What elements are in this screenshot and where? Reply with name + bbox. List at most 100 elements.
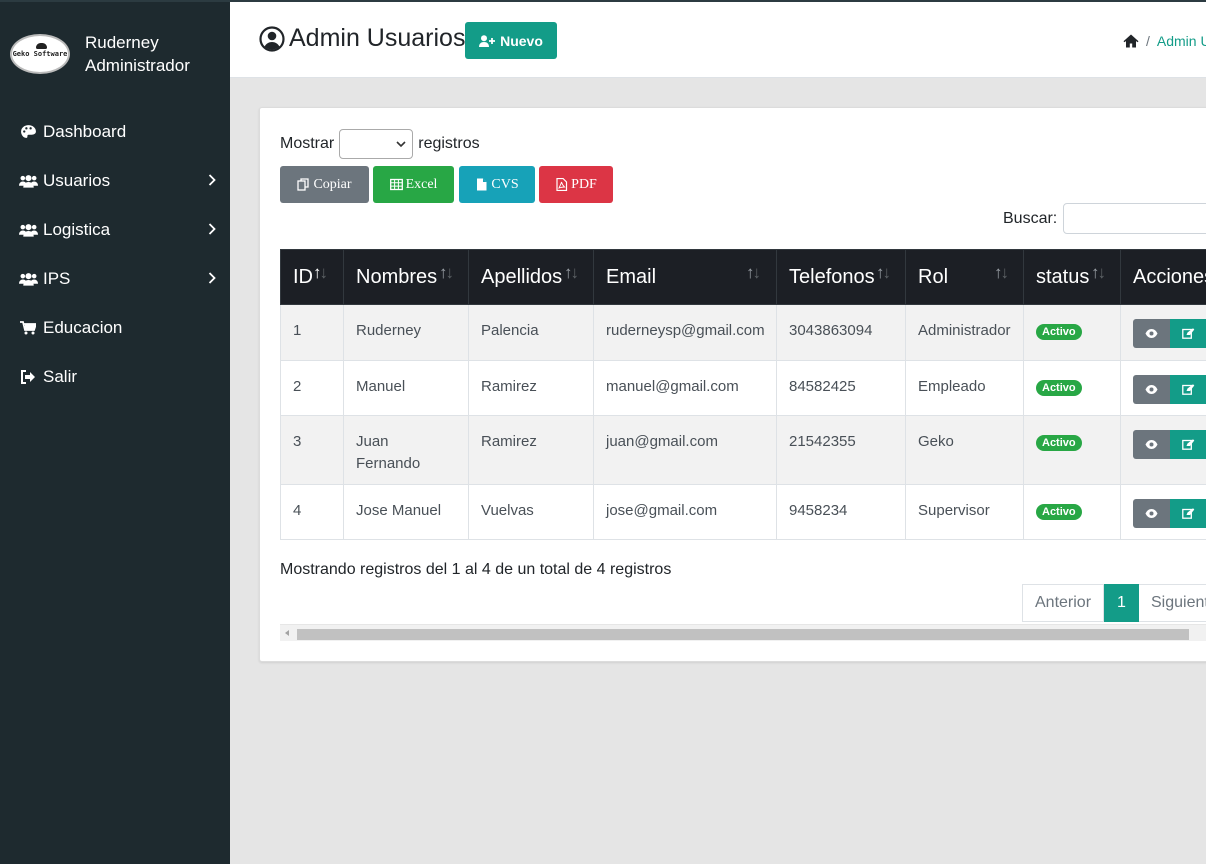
sidebar-item-label: Usuarios: [43, 170, 111, 190]
previous-page-button[interactable]: Anterior: [1022, 584, 1104, 622]
column-header-acciones: Acciones: [1120, 249, 1206, 305]
sort-icon: ↑↓: [564, 263, 579, 282]
table-header-row: ID ↑↓ Nombres ↑↓ Apellidos ↑↓ Email ↑↓ Telef…: [280, 249, 1206, 305]
sidebar-item-educacion[interactable]: Educacion: [0, 303, 230, 352]
edit-icon: [1182, 508, 1195, 519]
view-button[interactable]: [1133, 319, 1170, 348]
cell-rol: Geko: [905, 415, 1024, 485]
cell-email: ruderneysp@gmail.com: [593, 304, 777, 361]
cell-id: 4: [280, 484, 344, 540]
cell-id: 1: [280, 304, 344, 361]
sort-icon: ↑↓: [313, 263, 328, 282]
table-row: 1 Ruderney Palencia ruderneysp@gmail.com…: [280, 304, 1206, 361]
file-pdf-icon: [556, 178, 568, 191]
new-user-button-label: Nuevo: [500, 32, 543, 49]
row-actions: [1133, 499, 1206, 528]
edit-button[interactable]: [1170, 319, 1206, 348]
cell-apellidos: Ramirez: [468, 360, 594, 416]
cell-nombres: Manuel: [343, 360, 469, 416]
cell-status: Activo: [1023, 415, 1121, 485]
page-length-select[interactable]: [339, 129, 414, 159]
user-circle-icon: [259, 25, 285, 52]
table-row: 4 Jose Manuel Vuelvas jose@gmail.com 945…: [280, 484, 1206, 540]
table-row: 2 Manuel Ramirez manuel@gmail.com 845824…: [280, 360, 1206, 416]
horizontal-scrollbar[interactable]: [280, 624, 1206, 641]
scrollbar-thumb[interactable]: [297, 629, 1189, 640]
show-label: Mostrar: [280, 135, 335, 152]
sidebar-item-label: Logistica: [43, 219, 111, 239]
column-header-id[interactable]: ID ↑↓: [280, 249, 344, 305]
eye-icon: [1145, 329, 1158, 338]
edit-button[interactable]: [1170, 375, 1206, 404]
next-page-button[interactable]: Siguiente: [1139, 584, 1206, 622]
table-info: Mostrando registros del 1 al 4 de un tot…: [280, 561, 672, 578]
view-button[interactable]: [1133, 430, 1170, 459]
home-icon[interactable]: [1123, 34, 1139, 48]
cart-icon: [18, 319, 38, 337]
column-header-telefonos[interactable]: Telefonos ↑↓: [776, 249, 906, 305]
status-badge: Activo: [1036, 435, 1082, 451]
new-user-button[interactable]: Nuevo: [465, 22, 557, 59]
cell-acciones: [1120, 415, 1206, 485]
sort-icon: ↑↓: [1091, 263, 1106, 282]
sort-icon: ↑↓: [439, 263, 454, 282]
users-card: Mostrar registros Copiar Excel CVS PDF B…: [259, 107, 1206, 662]
pdf-button[interactable]: PDF: [539, 166, 613, 203]
user-panel: Geko Software Ruderney Administrador: [10, 30, 225, 80]
copy-icon: [297, 178, 310, 191]
sort-icon: ↑↓: [994, 263, 1009, 282]
row-actions: [1133, 319, 1206, 348]
cell-email: jose@gmail.com: [593, 484, 777, 540]
status-badge: Activo: [1036, 380, 1082, 396]
sidebar-item-label: Salir: [43, 366, 78, 386]
page-title: Admin Usuarios: [259, 24, 465, 53]
sidebar-item-salir[interactable]: Salir: [0, 352, 230, 401]
row-actions: [1133, 375, 1206, 404]
status-badge: Activo: [1036, 324, 1082, 340]
sidebar-item-ips[interactable]: IPS: [0, 254, 230, 303]
cell-telefonos: 84582425: [776, 360, 906, 416]
sidebar-item-label: Dashboard: [43, 121, 127, 141]
sidebar-item-usuarios[interactable]: Usuarios: [0, 156, 230, 205]
edit-icon: [1182, 439, 1195, 450]
cell-rol: Administrador: [905, 304, 1024, 361]
cell-email: juan@gmail.com: [593, 415, 777, 485]
column-header-rol[interactable]: Rol ↑↓: [905, 249, 1024, 305]
page-length-control: Mostrar registros: [280, 129, 480, 159]
scroll-left-arrow-icon[interactable]: [285, 630, 289, 636]
sidebar-item-dashboard[interactable]: Dashboard: [0, 107, 230, 156]
cell-telefonos: 9458234: [776, 484, 906, 540]
cell-acciones: [1120, 360, 1206, 416]
search-input[interactable]: [1063, 203, 1206, 234]
cell-apellidos: Vuelvas: [468, 484, 594, 540]
copy-button[interactable]: Copiar: [280, 166, 369, 203]
copy-button-label: Copiar: [313, 176, 352, 192]
excel-button-label: Excel: [405, 176, 438, 192]
chevron-right-icon: [208, 223, 216, 235]
column-header-apellidos[interactable]: Apellidos ↑↓: [468, 249, 594, 305]
cell-id: 2: [280, 360, 344, 416]
cvs-button[interactable]: CVS: [459, 166, 535, 203]
page-1-button[interactable]: 1: [1104, 584, 1139, 622]
edit-button[interactable]: [1170, 430, 1206, 459]
table-row: 3 Juan Fernando Ramirez juan@gmail.com 2…: [280, 415, 1206, 485]
users-icon: [18, 172, 38, 190]
column-header-status[interactable]: status ↑↓: [1023, 249, 1121, 305]
sidebar: Geko Software Ruderney Administrador Das…: [0, 0, 230, 864]
users-table: ID ↑↓ Nombres ↑↓ Apellidos ↑↓ Email ↑↓ Telef…: [280, 249, 1206, 540]
view-button[interactable]: [1133, 499, 1170, 528]
cloud-icon: [36, 43, 47, 49]
cell-rol: Empleado: [905, 360, 1024, 416]
users-icon: [18, 221, 38, 239]
breadcrumb-current[interactable]: Admin Usuarios: [1157, 33, 1206, 49]
edit-button[interactable]: [1170, 499, 1206, 528]
column-header-nombres[interactable]: Nombres ↑↓: [343, 249, 469, 305]
chevron-right-icon: [208, 272, 216, 284]
company-logo: Geko Software: [10, 34, 70, 74]
view-button[interactable]: [1133, 375, 1170, 404]
user-role: Administrador: [85, 56, 190, 75]
sidebar-item-logistica[interactable]: Logistica: [0, 205, 230, 254]
sign-out-icon: [18, 368, 38, 386]
excel-button[interactable]: Excel: [373, 166, 454, 203]
column-header-email[interactable]: Email ↑↓: [593, 249, 777, 305]
